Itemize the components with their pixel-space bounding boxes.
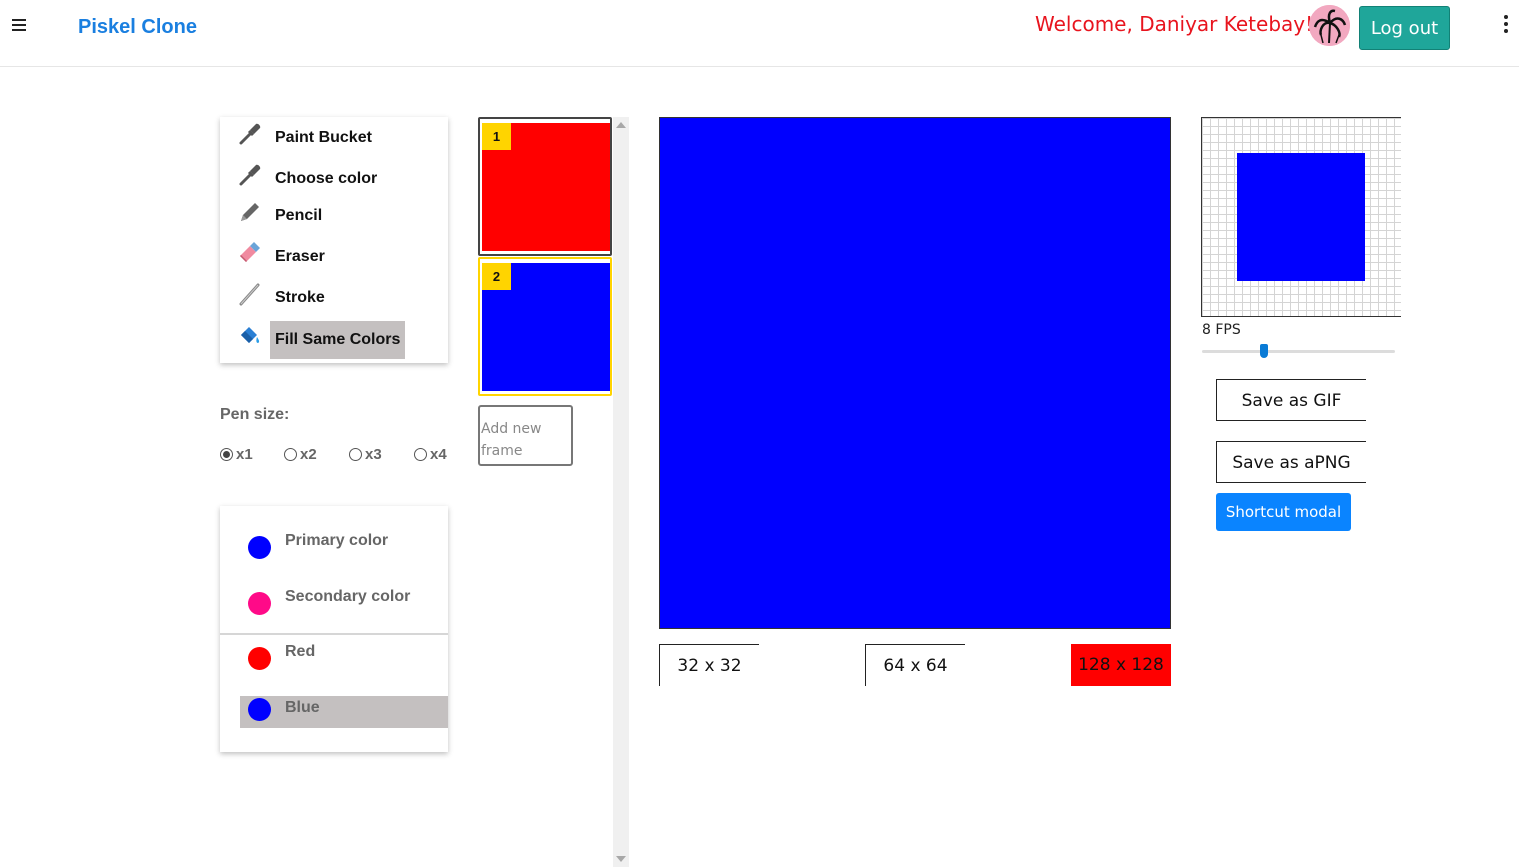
frame-thumbnail-2[interactable]: 2 xyxy=(478,257,612,396)
color-label: Blue xyxy=(285,699,320,716)
tool-label: Pencil xyxy=(275,207,323,224)
tool-label: Stroke xyxy=(275,289,325,306)
fps-label: 8 FPS xyxy=(1202,322,1241,338)
pen-size-option-label: x4 xyxy=(430,446,447,463)
add-frame-button[interactable]: Add new frame xyxy=(478,405,573,466)
size-64-button[interactable]: 64 x 64 xyxy=(865,644,965,686)
color-swatch[interactable] xyxy=(248,698,271,721)
color-swatch[interactable] xyxy=(248,647,271,670)
tool-label: Paint Bucket xyxy=(275,129,372,146)
tool-fill-same-colors[interactable]: Fill Same Colors xyxy=(220,321,448,359)
frame-thumbnail-1[interactable]: 1 xyxy=(478,117,612,256)
palette-color-blue[interactable]: Blue xyxy=(240,696,448,728)
pen-size-x2[interactable]: x2 xyxy=(284,446,317,463)
fps-slider[interactable] xyxy=(1202,344,1395,358)
secondary-color-swatch[interactable] xyxy=(248,592,271,615)
dropper-icon xyxy=(237,162,263,188)
color-label: Secondary color xyxy=(285,588,411,605)
tool-choose-color[interactable]: Choose color xyxy=(220,160,448,198)
color-label: Red xyxy=(285,643,316,660)
tool-stroke[interactable]: Stroke xyxy=(220,279,448,317)
pen-size-x4[interactable]: x4 xyxy=(414,446,447,463)
tool-pencil[interactable]: Pencil xyxy=(220,197,448,235)
palette-color-red[interactable]: Red xyxy=(240,637,448,670)
colors-panel: Primary color Secondary color Red Blue xyxy=(220,506,448,752)
dropper-icon xyxy=(237,121,263,147)
app-title[interactable]: Piskel Clone xyxy=(78,16,197,39)
avatar xyxy=(1309,5,1350,46)
logout-button[interactable]: Log out xyxy=(1359,6,1450,50)
divider xyxy=(220,633,448,635)
drawing-canvas[interactable] xyxy=(659,117,1171,629)
pen-size-option-label: x1 xyxy=(236,446,253,463)
preview-frame xyxy=(1237,153,1365,281)
tools-panel: Paint Bucket Choose color Pencil Eraser … xyxy=(220,117,448,363)
frame-number-badge: 2 xyxy=(482,263,511,290)
radio-button[interactable] xyxy=(349,448,362,461)
pen-size-option-label: x3 xyxy=(365,446,382,463)
slider-track[interactable] xyxy=(1202,350,1395,353)
stroke-icon xyxy=(237,281,263,307)
size-32-button[interactable]: 32 x 32 xyxy=(659,644,759,686)
animation-preview xyxy=(1201,117,1401,317)
size-128-button[interactable]: 128 x 128 xyxy=(1071,644,1171,686)
tool-eraser[interactable]: Eraser xyxy=(220,238,448,276)
tool-paint-bucket[interactable]: Paint Bucket xyxy=(220,119,448,157)
hamburger-menu-icon[interactable] xyxy=(12,19,26,33)
eraser-icon xyxy=(237,240,263,266)
pen-size-x3[interactable]: x3 xyxy=(349,446,382,463)
scroll-up-arrow-icon[interactable] xyxy=(616,122,626,128)
radio-button[interactable] xyxy=(220,448,233,461)
tool-label: Choose color xyxy=(275,170,378,187)
pencil-icon xyxy=(237,199,263,225)
tool-label: Fill Same Colors xyxy=(270,321,406,359)
pen-size-option-label: x2 xyxy=(300,446,317,463)
welcome-message: Welcome, Daniyar Ketebay! xyxy=(1035,12,1314,36)
frame-number-badge: 1 xyxy=(482,123,511,150)
save-apng-button[interactable]: Save as aPNG xyxy=(1216,441,1366,483)
scroll-down-arrow-icon[interactable] xyxy=(616,856,626,862)
pen-size-x1[interactable]: x1 xyxy=(220,446,253,463)
paint-bucket-icon xyxy=(237,323,263,349)
radio-button[interactable] xyxy=(284,448,297,461)
primary-color[interactable]: Primary color xyxy=(240,526,448,559)
tool-label: Eraser xyxy=(275,248,325,265)
pen-size-label: Pen size: xyxy=(220,406,290,423)
header: Piskel Clone Welcome, Daniyar Ketebay! L… xyxy=(0,0,1519,67)
slider-thumb[interactable] xyxy=(1260,344,1268,358)
more-options-icon[interactable] xyxy=(1500,15,1512,37)
frames-scrollbar[interactable] xyxy=(613,117,629,867)
save-gif-button[interactable]: Save as GIF xyxy=(1216,379,1366,421)
secondary-color[interactable]: Secondary color xyxy=(240,582,448,615)
shortcut-modal-button[interactable]: Shortcut modal xyxy=(1216,493,1351,531)
color-label: Primary color xyxy=(285,532,389,549)
radio-button[interactable] xyxy=(414,448,427,461)
primary-color-swatch[interactable] xyxy=(248,536,271,559)
